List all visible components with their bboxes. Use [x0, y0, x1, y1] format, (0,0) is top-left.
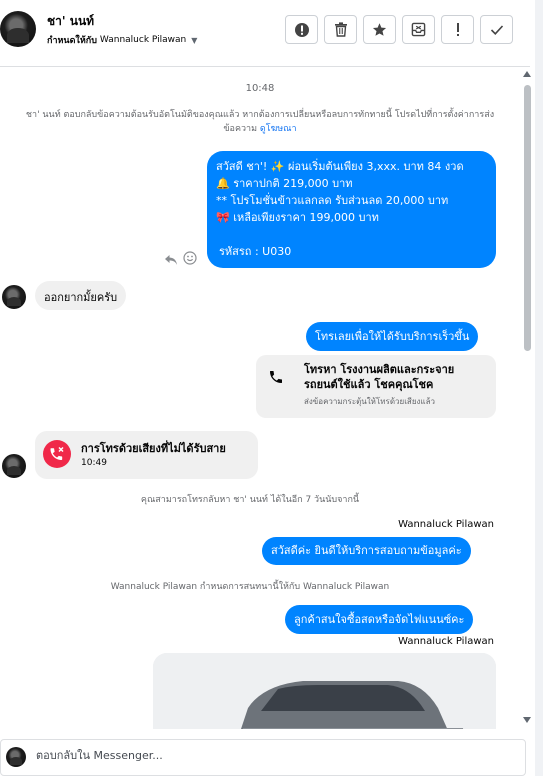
star-icon: [372, 23, 387, 36]
system-note: ชา' นนท์ ตอบกลับข้อความต้อนรับอัตโนมัติข…: [10, 108, 510, 136]
smiley-icon: [183, 251, 197, 265]
conversation-toolbar: [285, 15, 513, 44]
reply-input[interactable]: [36, 749, 506, 762]
message-text: ออกยากมั้ยครับ: [44, 291, 118, 304]
scrollbar[interactable]: [521, 67, 535, 729]
contact-name[interactable]: ชา' นนท์: [47, 12, 94, 31]
scrollbar-thumb[interactable]: [524, 85, 531, 351]
assignment-note: Wannaluck Pilawan กำหนดการสนทนานี้ให้กับ…: [110, 582, 390, 592]
ad-message-line: รหัสรถ : U030: [219, 245, 292, 258]
phone-icon: [268, 369, 284, 388]
mark-spam-button[interactable]: [285, 15, 318, 44]
mark-important-button[interactable]: [441, 15, 474, 44]
incoming-message-bubble: ออกยากมั้ยครับ: [35, 281, 127, 310]
reply-button[interactable]: [164, 251, 178, 270]
reply-composer: [0, 739, 526, 776]
outgoing-message-bubble: โทรเลยเพื่อให้ได้รับบริการเร็วขึ้น: [306, 322, 479, 351]
assigned-label: กำหนดให้กับ: [47, 36, 97, 46]
missed-call-time: 10:49: [81, 458, 107, 468]
delete-button[interactable]: [324, 15, 357, 44]
chevron-down-icon: ▼: [191, 35, 198, 45]
star-button[interactable]: [363, 15, 396, 44]
callback-note: คุณสามารถโทรกลับหา ชา' นนท์ ได้ในอีก 7 ว…: [140, 495, 360, 505]
view-ad-link[interactable]: ดูโฆษณา: [260, 124, 297, 134]
archive-button[interactable]: [402, 15, 435, 44]
assignee-name: Wannaluck Pilawan: [99, 35, 187, 45]
call-card-title: โทรหา โรงงานผลิตและกระจายรถยนต์ใช้แล้ว โ…: [304, 363, 455, 391]
missed-call-icon: [43, 440, 71, 468]
assignee-selector[interactable]: กำหนดให้กับ Wannaluck Pilawan ▼: [47, 33, 197, 47]
message-thread[interactable]: 10:48 ชา' นนท์ ตอบกลับข้อความต้อนรับอัตโ…: [0, 67, 520, 729]
contact-avatar[interactable]: [0, 11, 36, 47]
timestamp: 10:48: [245, 83, 275, 94]
check-icon: [490, 24, 503, 35]
contact-avatar[interactable]: [2, 454, 26, 478]
message-text: โทรเลยเพื่อให้ได้รับบริการเร็วขึ้น: [315, 330, 470, 343]
trash-icon: [334, 22, 347, 37]
conversation-header: ชา' นนท์ กำหนดให้กับ Wannaluck Pilawan ▼: [0, 0, 530, 67]
missed-call-card[interactable]: การโทรด้วยเสียงที่ไม่ได้รับสาย 10:49: [35, 431, 258, 479]
message-text: สวัสดีค่ะ ยินดีให้บริการสอบถามข้อมูลค่ะ: [271, 544, 462, 557]
message-text: ลูกค้าสนใจซื้อสดหรือจัดไฟแนนซ์คะ: [294, 613, 465, 626]
side-panel-edge: [535, 0, 543, 776]
car-image: [153, 653, 496, 729]
missed-call-title: การโทรด้วยเสียงที่ไม่ได้รับสาย: [81, 442, 226, 455]
outgoing-message-bubble: สวัสดีค่ะ ยินดีให้บริการสอบถามข้อมูลค่ะ: [262, 537, 471, 565]
car-photo-attachment[interactable]: [153, 653, 496, 729]
page-avatar: [6, 747, 26, 767]
exclamation-icon: [456, 23, 459, 36]
sender-name: Wannaluck Pilawan: [398, 636, 494, 647]
react-button[interactable]: [183, 250, 197, 269]
outgoing-message-bubble: ลูกค้าสนใจซื้อสดหรือจัดไฟแนนซ์คะ: [285, 605, 474, 634]
call-card-subtitle: ส่งข้อความกระตุ้นให้โทรด้วยเสียงแล้ว: [304, 397, 435, 406]
archive-icon: [411, 22, 426, 37]
ad-message-line: 🔔 ราคาปกติ 219,000 บาท: [216, 177, 353, 190]
scroll-up-arrow[interactable]: [523, 71, 531, 77]
call-request-card[interactable]: โทรหา โรงงานผลิตและกระจายรถยนต์ใช้แล้ว โ…: [256, 355, 496, 418]
alert-circle-icon: [294, 22, 309, 37]
ad-message-line: สวัสดี ชา'! ✨ ผ่อนเริ่มต้นเพียง 3,xxx. บ…: [216, 160, 464, 173]
mark-done-button[interactable]: [480, 15, 513, 44]
reply-icon: [165, 255, 177, 265]
ad-message-bubble: สวัสดี ชา'! ✨ ผ่อนเริ่มต้นเพียง 3,xxx. บ…: [207, 151, 496, 268]
ad-message-line: ** โปรโมชั่นข้าวแลกลด รับส่วนลด 20,000 บ…: [216, 194, 449, 207]
contact-avatar[interactable]: [2, 285, 26, 309]
ad-message-line: 🎀 เหลือเพียงราคา 199,000 บาท: [216, 211, 379, 224]
sender-name: Wannaluck Pilawan: [398, 519, 494, 530]
scroll-down-arrow[interactable]: [523, 717, 531, 723]
